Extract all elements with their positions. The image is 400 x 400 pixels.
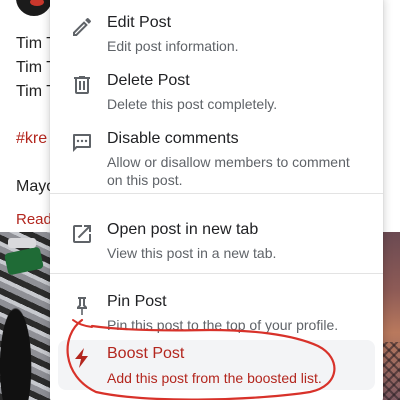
menu-item-title: Pin Post: [107, 293, 167, 310]
menu-divider: [50, 273, 383, 274]
avatar[interactable]: [14, 0, 54, 18]
menu-item-disable-comments[interactable]: Disable comments Allow or disallow membe…: [58, 127, 375, 188]
menu-item-description: Allow or disallow members to comment on …: [107, 154, 350, 188]
hashtag-link[interactable]: #kre: [16, 130, 47, 148]
menu-item-description: Pin this post to the top of your profile…: [107, 317, 339, 333]
menu-item-edit-post[interactable]: Edit Post Edit post information.: [58, 11, 375, 55]
menu-divider: [50, 193, 383, 194]
menu-item-title: Boost Post: [107, 345, 185, 362]
menu-item-description: Edit post information.: [107, 38, 239, 54]
menu-item-delete-post[interactable]: Delete Post Delete this post completely.: [58, 69, 375, 113]
menu-item-description: Add this post from the boosted list.: [107, 370, 322, 386]
post-options-menu: Edit Post Edit post information. Delete …: [50, 0, 383, 400]
menu-item-pin-post[interactable]: Pin Post Pin this post to the top of you…: [58, 290, 375, 334]
trash-icon: [70, 73, 94, 97]
menu-item-boost-post[interactable]: Boost Post Add this post from the booste…: [58, 340, 375, 390]
post-image-left[interactable]: [0, 232, 52, 400]
menu-item-title: Disable comments: [107, 130, 239, 147]
open-external-icon: [70, 222, 94, 246]
pin-icon: [70, 294, 94, 318]
menu-item-title: Open post in new tab: [107, 221, 259, 238]
read-more-link[interactable]: Read: [16, 211, 52, 228]
menu-item-description: Delete this post completely.: [107, 96, 278, 112]
menu-item-description: View this post in a new tab.: [107, 245, 277, 261]
menu-item-open-new-tab[interactable]: Open post in new tab View this post in a…: [58, 218, 375, 262]
pencil-icon: [70, 15, 94, 39]
comment-dots-icon: [70, 131, 94, 155]
menu-item-title: Edit Post: [107, 14, 172, 31]
menu-item-title: Delete Post: [107, 72, 190, 89]
lightning-icon: [70, 346, 94, 370]
